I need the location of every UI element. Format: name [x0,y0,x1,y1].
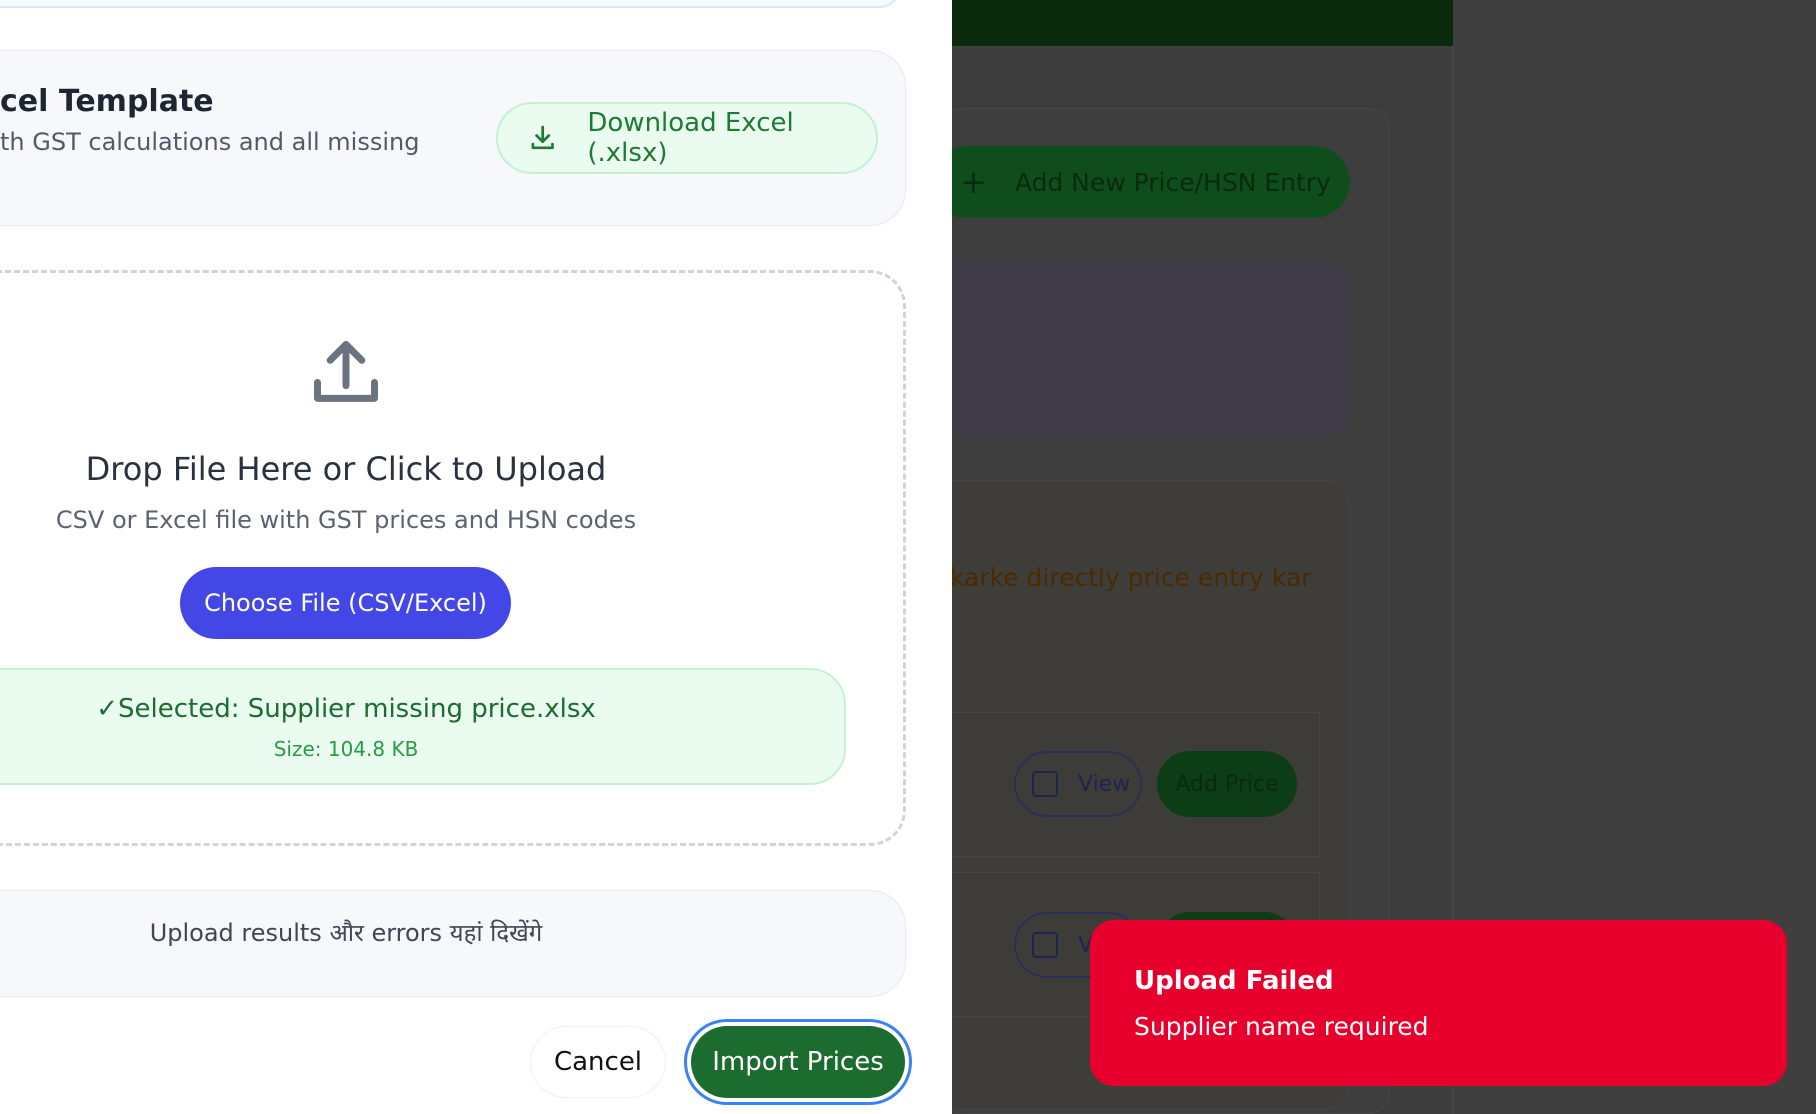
background-notice-text: karke directly price entry kar [950,563,1312,592]
add-new-entry-label: Add New Price/HSN Entry [1014,167,1331,197]
cancel-button[interactable]: Cancel [530,1026,666,1098]
download-excel-button[interactable]: Download Excel (.xlsx) [496,102,878,174]
external-link-icon [1032,771,1058,797]
error-toast[interactable]: Upload Failed Supplier name required [1090,920,1787,1086]
import-prices-modal: cel Template th GST calculations and all… [0,0,952,1114]
external-link-icon [1032,932,1058,958]
drop-zone-title: Drop File Here or Click to Upload [85,450,607,488]
choose-file-button[interactable]: Choose File (CSV/Excel) [180,567,511,639]
drop-zone-subtitle: CSV or Excel file with GST prices and HS… [55,506,637,534]
background-top-bar [940,0,1453,46]
selected-file-name: ✓Selected: Supplier missing price.xlsx [96,694,596,724]
import-prices-button[interactable]: Import Prices [691,1026,905,1098]
upload-results-placeholder: Upload results और errors यहां दिखेंगे [149,919,543,947]
toast-message: Supplier name required [1134,1012,1429,1041]
add-new-entry-button: + Add New Price/HSN Entry [930,146,1350,218]
download-excel-label: Download Excel (.xlsx) [587,108,794,168]
view-button: View [1014,751,1142,817]
modal-top-section [0,0,900,8]
template-title: cel Template [0,84,214,119]
add-price-button: Add Price [1157,751,1297,817]
toast-title: Upload Failed [1134,966,1334,996]
selected-file-size: Size: 104.8 KB [273,737,419,761]
background-filter-panel [930,262,1350,438]
download-icon [531,125,554,150]
selected-file-box [0,668,846,785]
plus-icon: + [960,163,987,201]
template-subtitle: th GST calculations and all missing [0,128,420,156]
view-label: View [1078,771,1131,797]
upload-icon [314,341,378,402]
